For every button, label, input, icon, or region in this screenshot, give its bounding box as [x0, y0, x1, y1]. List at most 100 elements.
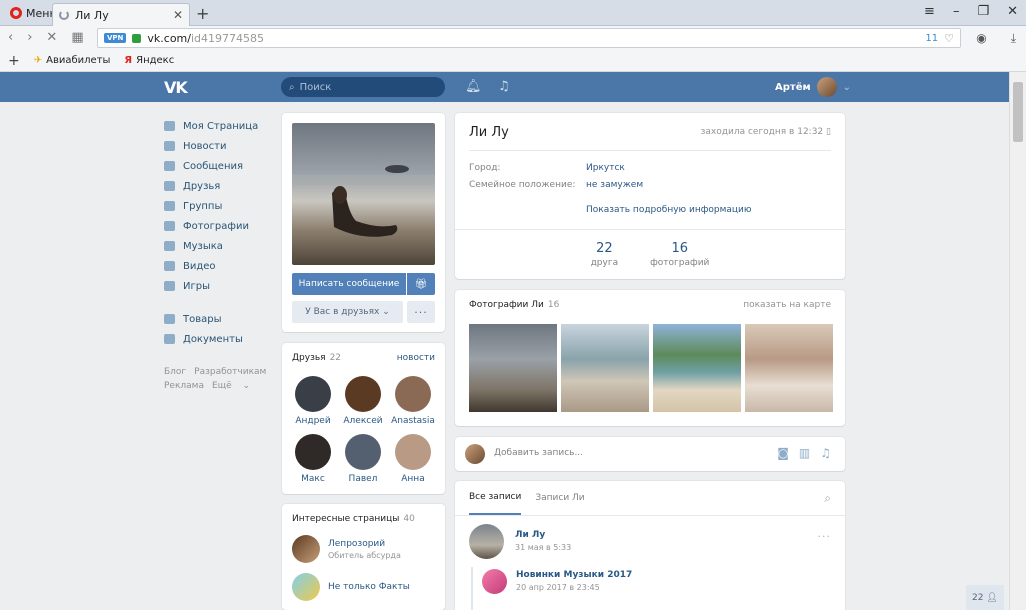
nav-item-messages[interactable]: Сообщения — [164, 156, 274, 176]
close-window-icon[interactable]: ✕ — [1007, 4, 1018, 19]
photo-thumb[interactable] — [745, 324, 833, 412]
download-icon[interactable]: ⤓ — [1011, 31, 1016, 46]
search-input[interactable]: ⌕ Поиск — [281, 77, 445, 97]
repost-avatar[interactable] — [482, 569, 507, 594]
bell-icon[interactable]: 🔔︎ — [465, 79, 482, 94]
show-on-map-link[interactable]: показать на карте — [743, 300, 831, 310]
relationship-link[interactable]: не замужем — [586, 180, 643, 190]
bookmark-aviabilety[interactable]: ✈ Авиабилеты — [34, 55, 111, 66]
photo-thumb[interactable] — [561, 324, 649, 412]
speed-dial-icon[interactable]: ▦ — [71, 30, 83, 45]
friend-item[interactable]: Анна — [388, 434, 438, 484]
repost-author[interactable]: Новинки Музыки 2017 — [516, 570, 632, 580]
profile-photo[interactable] — [292, 123, 435, 265]
tab-own-posts[interactable]: Записи Ли — [535, 481, 584, 515]
nav-separator — [164, 296, 274, 309]
nav-item-goods[interactable]: Товары — [164, 309, 274, 329]
pages-header: Интересные страницы 40 — [292, 514, 435, 524]
nav-item-video[interactable]: Видео — [164, 256, 274, 276]
home-icon — [164, 121, 175, 131]
avatar-card: Написать сообщение 🎁︎ У Вас в друзьях ⌄ … — [282, 113, 445, 332]
user-icon: 👤︎ — [986, 592, 998, 603]
friend-avatar — [295, 434, 331, 470]
music-player-icon[interactable]: ♫ — [498, 79, 510, 94]
video-icon[interactable]: ▥ — [799, 446, 810, 460]
photos-title-link[interactable]: Фотографии Ли 16 — [469, 300, 559, 310]
gift-icon[interactable]: 🎁︎ — [407, 273, 435, 295]
friend-item[interactable]: Алексей — [338, 376, 388, 426]
friend-status-button[interactable]: У Вас в друзьях ⌄ — [292, 301, 403, 323]
user-menu[interactable]: Артём ⌄ — [775, 77, 851, 97]
counter-photos[interactable]: 16 фотографий — [650, 241, 709, 268]
nav-item-my-page[interactable]: Моя Страница — [164, 116, 274, 136]
snapshot-icon[interactable]: ◉ — [976, 31, 986, 46]
post-more-icon[interactable]: ··· — [818, 530, 832, 543]
nav-item-games[interactable]: Игры — [164, 276, 274, 296]
bookmark-heart-icon[interactable]: ♡ — [944, 32, 954, 45]
friend-item[interactable]: Anastasia — [388, 376, 438, 426]
online-friends-badge[interactable]: 22 👤︎ — [966, 585, 1004, 610]
footer-link-ads[interactable]: Реклама — [164, 381, 204, 391]
post-date[interactable]: 31 мая в 5:33 — [515, 543, 571, 552]
friend-item[interactable]: Андрей — [288, 376, 338, 426]
tab-all-posts[interactable]: Все записи — [469, 481, 522, 515]
stop-icon[interactable]: ✕ — [46, 30, 57, 45]
friends-card: Друзья 22 новости Андрей Алексей Anastasi… — [282, 343, 445, 494]
footer-link-dev[interactable]: Разработчикам — [194, 367, 266, 377]
browser-extensions: ◉ ⤓ — [976, 31, 1016, 46]
scrollbar-thumb[interactable] — [1013, 82, 1023, 142]
maximize-icon[interactable]: ❐ — [977, 4, 989, 19]
camera-icon[interactable]: ◙ — [777, 446, 789, 460]
search-icon: ⌕ — [289, 81, 295, 93]
url-field[interactable]: VPN vk.com/id419774585 11 ♡ — [97, 28, 961, 48]
show-details-link[interactable]: Показать подробную информацию — [586, 205, 751, 215]
bookmark-yandex[interactable]: Я Яндекс — [124, 55, 174, 66]
friends-news-link[interactable]: новости — [397, 353, 435, 363]
compose-card: Добавить запись... ◙ ▥ ♫ — [455, 437, 845, 471]
nav-item-news[interactable]: Новости — [164, 136, 274, 156]
friend-avatar — [395, 434, 431, 470]
post-author-avatar[interactable] — [469, 524, 504, 559]
photo-thumb[interactable] — [469, 324, 557, 412]
page-scrollbar[interactable] — [1009, 72, 1026, 610]
footer-link-more[interactable]: Ещё ⌄ — [212, 381, 250, 391]
goods-icon — [164, 314, 175, 324]
nav-item-docs[interactable]: Документы — [164, 329, 274, 349]
friend-item[interactable]: Макс — [288, 434, 338, 484]
vk-logo[interactable]: VK — [164, 78, 188, 97]
compose-input[interactable]: Добавить запись... — [494, 448, 583, 458]
footer-link-blog[interactable]: Блог — [164, 367, 186, 377]
wall-search-icon[interactable]: ⌕ — [824, 491, 831, 506]
nav-controls: ‹ › ✕ ▦ — [8, 30, 84, 45]
nav-item-friends[interactable]: Друзья — [164, 176, 274, 196]
pages-title-link[interactable]: Интересные страницы 40 — [292, 514, 415, 524]
more-actions-button[interactable]: ··· — [407, 301, 435, 323]
nav-item-groups[interactable]: Группы — [164, 196, 274, 216]
friend-item[interactable]: Павел — [338, 434, 388, 484]
new-tab-icon[interactable]: + — [196, 4, 209, 23]
lock-icon[interactable] — [132, 33, 142, 43]
chevron-down-icon: ⌄ — [842, 81, 852, 93]
city-link[interactable]: Иркутск — [586, 163, 625, 173]
left-nav: Моя Страница Новости Сообщения Друзья Гр… — [164, 116, 274, 393]
back-icon[interactable]: ‹ — [8, 30, 13, 45]
forward-icon[interactable]: › — [27, 30, 32, 45]
vpn-badge[interactable]: VPN — [104, 33, 127, 43]
counter-friends[interactable]: 22 друга — [591, 241, 619, 268]
browser-tab[interactable]: Ли Лу ✕ — [52, 3, 190, 26]
easy-setup-icon[interactable]: ≡ — [924, 4, 935, 19]
adblock-count[interactable]: 11 — [925, 33, 938, 44]
minimize-icon[interactable]: – — [953, 4, 960, 19]
write-message-button[interactable]: Написать сообщение — [292, 273, 406, 295]
friends-title-link[interactable]: Друзья 22 — [292, 353, 341, 363]
repost-date[interactable]: 20 апр 2017 в 23:45 — [516, 583, 600, 592]
post-author[interactable]: Ли Лу — [515, 530, 545, 540]
page-item[interactable]: Лепрозорий Обитель абсурда — [292, 535, 401, 563]
close-tab-icon[interactable]: ✕ — [173, 8, 183, 22]
add-bookmark-icon[interactable]: + — [8, 53, 20, 69]
photo-thumb[interactable] — [653, 324, 741, 412]
page-item[interactable]: Не только Факты — [292, 573, 410, 601]
nav-item-music[interactable]: Музыка — [164, 236, 274, 256]
nav-item-photos[interactable]: Фотографии — [164, 216, 274, 236]
music-icon[interactable]: ♫ — [820, 446, 831, 460]
